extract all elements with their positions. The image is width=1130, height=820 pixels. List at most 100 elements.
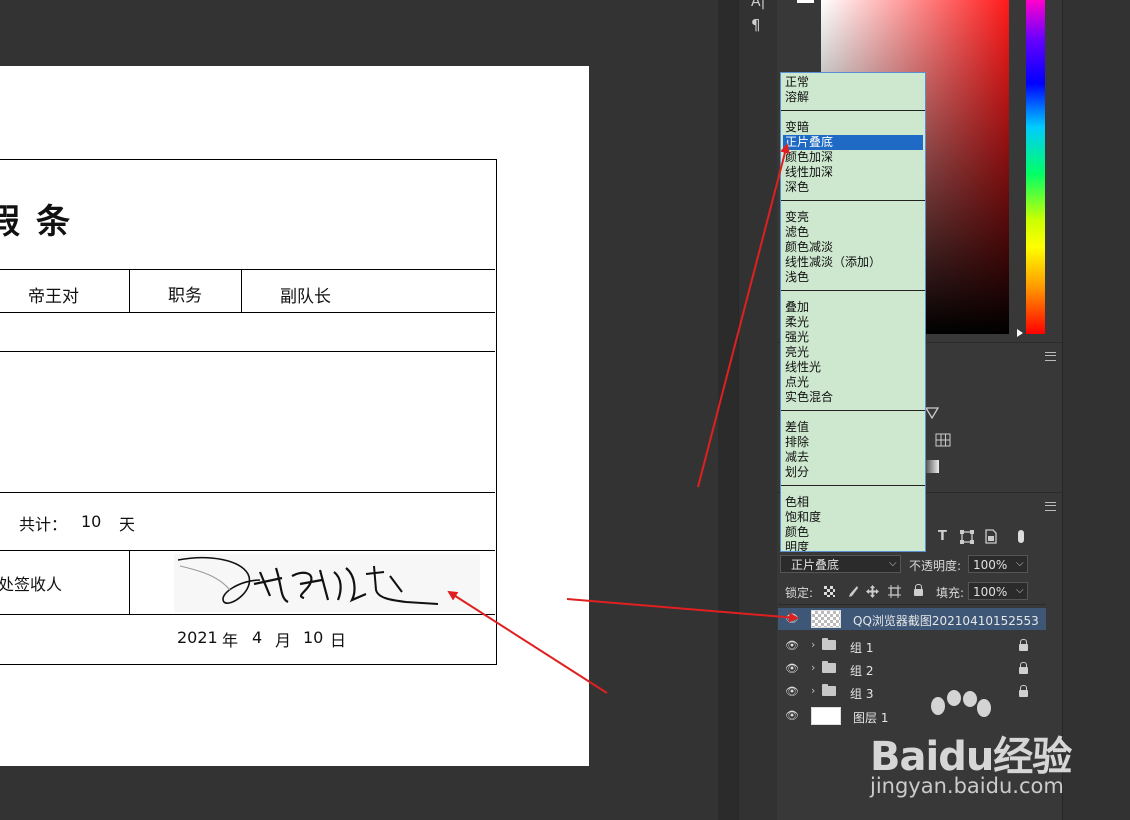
name-value: 帝王对 (28, 287, 79, 307)
blend-mode-dropdown-menu[interactable]: 正常 溶解 变暗 正片叠底 颜色加深 线性加深 深色 变亮 滤色 颜色减淡 线性… (780, 72, 926, 552)
fill-dropdown-icon[interactable]: ⌵ (1016, 585, 1024, 596)
eye-icon[interactable]: 👁 (785, 709, 799, 722)
blend-mode-item[interactable]: 差值 (783, 420, 923, 435)
baidu-jingyan-watermark: Baidu经验 jingyan.baidu.com (860, 690, 1120, 800)
blend-mode-item[interactable]: 线性加深 (783, 165, 923, 180)
panel-icon-strip: A| ¶ (738, 0, 778, 820)
opacity-value: 100% (973, 558, 1008, 572)
lock-position-icon[interactable] (866, 585, 879, 598)
blend-mode-item-selected[interactable]: 正片叠底 (783, 135, 923, 150)
total-unit: 天 (119, 515, 136, 534)
layers-list-divider (778, 604, 1046, 605)
watermark-url: jingyan.baidu.com (870, 774, 1064, 798)
blend-mode-item[interactable]: 滤色 (783, 225, 923, 240)
chevron-right-icon[interactable]: › (811, 684, 815, 697)
canvas-area[interactable]: 假条 帝王对 职务 副队长 共计： 10 天 处签收人 2021 年 4 月 1… (0, 0, 718, 820)
hue-slider-handle[interactable] (1017, 329, 1023, 337)
blend-mode-item[interactable]: 柔光 (783, 315, 923, 330)
menu-separator (781, 485, 925, 486)
lock-icon (1019, 662, 1028, 674)
eye-icon[interactable]: 👁 (785, 639, 799, 652)
blend-mode-item[interactable]: 变亮 (783, 210, 923, 225)
blend-mode-item[interactable]: 变暗 (783, 120, 923, 135)
document-page[interactable]: 假条 帝王对 职务 副队长 共计： 10 天 处签收人 2021 年 4 月 1… (0, 66, 589, 766)
layer-row[interactable]: 👁 › 组 2 (778, 658, 1046, 680)
panel-gutter (718, 0, 738, 820)
lock-artboard-icon[interactable] (888, 585, 901, 598)
eye-icon[interactable]: 👁 (785, 662, 799, 675)
paragraph-icon[interactable]: ¶ (751, 16, 761, 34)
blend-mode-item[interactable]: 明度 (783, 540, 923, 551)
layer-row[interactable]: 👁 › 组 1 (778, 635, 1046, 657)
eye-icon[interactable]: 👁 (785, 685, 799, 698)
blend-mode-item[interactable]: 排除 (783, 435, 923, 450)
layer-name[interactable]: 组 1 (850, 639, 873, 656)
menu-separator (781, 410, 925, 411)
grid-icon[interactable] (935, 433, 951, 447)
table-rule (0, 492, 495, 493)
layer-name[interactable]: 组 2 (850, 662, 873, 679)
blend-mode-item[interactable]: 叠加 (783, 300, 923, 315)
color-swatch-white[interactable] (797, 0, 814, 3)
folder-icon (822, 661, 836, 673)
blend-mode-item[interactable]: 划分 (783, 465, 923, 480)
blend-mode-item[interactable]: 色相 (783, 495, 923, 510)
blend-mode-item[interactable]: 颜色 (783, 525, 923, 540)
position-label: 职务 (168, 286, 202, 306)
position-value: 副队长 (280, 287, 331, 307)
blend-mode-item[interactable]: 线性减淡（添加） (783, 255, 923, 270)
date-month: 4 (252, 628, 263, 647)
chevron-right-icon[interactable]: › (811, 638, 815, 651)
layer-row[interactable]: 👁 QQ浏览器截图20210410152553 (778, 608, 1046, 630)
total-label: 共计： (19, 515, 68, 534)
shape-layer-filter-icon[interactable] (960, 530, 974, 544)
blend-mode-item[interactable]: 减去 (783, 450, 923, 465)
triangle-icon[interactable] (925, 407, 939, 419)
menu-separator (781, 110, 925, 111)
chevron-right-icon[interactable]: › (811, 661, 815, 674)
blend-mode-item[interactable]: 点光 (783, 375, 923, 390)
layers-panel-menu-icon[interactable] (1045, 502, 1056, 511)
opacity-label: 不透明度: (909, 559, 962, 573)
document-title: 假条 (0, 202, 86, 242)
blend-mode-item[interactable]: 深色 (783, 180, 923, 195)
date-year-unit: 年 (222, 631, 239, 650)
menu-separator (781, 290, 925, 291)
table-rule (0, 269, 495, 270)
layer-thumbnail (811, 707, 841, 725)
blend-mode-item[interactable]: 线性光 (783, 360, 923, 375)
table-col-rule (241, 269, 242, 312)
blend-mode-item[interactable]: 颜色减淡 (783, 240, 923, 255)
panel-menu-icon[interactable] (1045, 352, 1056, 361)
opacity-dropdown-icon[interactable]: ⌵ (1016, 558, 1024, 569)
blend-mode-select[interactable]: 正片叠底 (780, 555, 901, 573)
lock-image-pixels-icon[interactable] (846, 585, 858, 598)
blend-mode-item[interactable]: 实色混合 (783, 390, 923, 405)
lock-all-icon[interactable] (914, 584, 923, 596)
blend-mode-item[interactable]: 强光 (783, 330, 923, 345)
fill-label: 填充: (936, 586, 965, 600)
lock-label: 锁定: (785, 586, 814, 600)
table-rule (0, 351, 495, 352)
layer-name[interactable]: QQ浏览器截图20210410152553 (853, 612, 1039, 629)
blend-mode-item[interactable]: 饱和度 (783, 510, 923, 525)
gradient-swatch-icon[interactable] (926, 460, 939, 473)
filter-toggle-icon[interactable] (1018, 530, 1024, 543)
text-layer-filter-icon[interactable]: T (938, 529, 947, 544)
signer-label: 处签收人 (0, 575, 63, 594)
character-panel-icon[interactable]: A| (751, 0, 765, 10)
blend-mode-item[interactable]: 亮光 (783, 345, 923, 360)
blend-mode-item[interactable]: 浅色 (783, 270, 923, 285)
lock-transparent-pixels-icon[interactable] (824, 586, 835, 597)
table-rule (0, 614, 495, 615)
hue-slider[interactable] (1026, 0, 1045, 334)
date-year: 2021 (177, 628, 218, 647)
eye-icon[interactable]: 👁 (785, 612, 799, 625)
smart-object-filter-icon[interactable] (985, 529, 997, 544)
blend-mode-item[interactable]: 溶解 (783, 90, 923, 105)
menu-separator (781, 200, 925, 201)
layer-thumbnail (811, 610, 841, 628)
blend-mode-item[interactable]: 颜色加深 (783, 150, 923, 165)
blend-mode-item[interactable]: 正常 (783, 75, 923, 90)
fill-value: 100% (973, 585, 1008, 599)
